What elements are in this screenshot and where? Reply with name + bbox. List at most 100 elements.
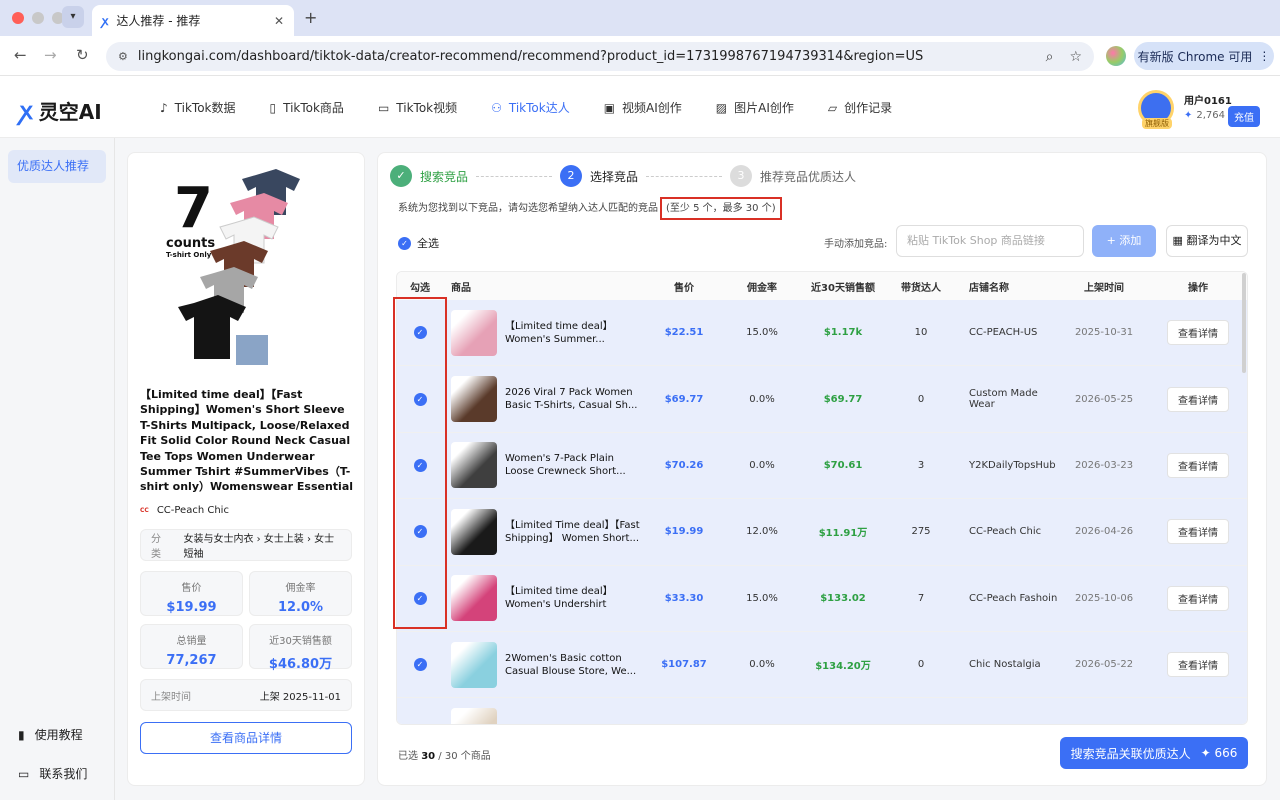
back-icon[interactable]: ←	[14, 46, 27, 64]
view-detail-button[interactable]: 查看详情	[1167, 320, 1229, 346]
table-row[interactable]: ✓ 2Women's Basic cotton Casual Blouse Sto…	[397, 631, 1247, 699]
url-field[interactable]: ⚙ lingkongai.com/dashboard/tiktok-data/c…	[106, 42, 1094, 71]
main-panel: ✓ 搜索竞品 2 选择竞品 3 推荐竞品优质达人 系统为您找到以下竞品，请勾选您希望纳…	[377, 152, 1267, 786]
chrome-update-button[interactable]: 有新版 Chrome 可用 ⋮	[1134, 42, 1274, 70]
product-thumbnail[interactable]	[451, 708, 497, 724]
commission-rate: 15.0%	[746, 327, 778, 339]
bookmark-star-icon[interactable]: ☆	[1069, 49, 1082, 65]
shop-name: Chic Nostalgia	[969, 659, 1041, 671]
creator-count: 0	[917, 659, 925, 671]
nav-tiktok-videos[interactable]: ▭ TikTok视频	[378, 99, 457, 116]
stepper: ✓ 搜索竞品 2 选择竞品 3 推荐竞品优质达人	[390, 165, 856, 187]
reload-icon[interactable]: ↻	[76, 46, 89, 64]
view-detail-button[interactable]: 查看详情	[1167, 452, 1229, 478]
bag-icon: ▯	[269, 100, 277, 115]
nav-image-ai[interactable]: ▨ 图片AI创作	[716, 99, 794, 116]
tab-search-icon[interactable]: ▾	[62, 6, 84, 28]
book-icon: ▮	[18, 727, 25, 742]
add-button[interactable]: + 添加	[1092, 225, 1156, 257]
nav-tiktok-creators[interactable]: ⚇ TikTok达人	[491, 99, 570, 116]
price: $22.51	[664, 327, 704, 339]
total-sales-card: 总销量 77,267	[140, 624, 243, 669]
product-name[interactable]: 【Limited time deal】 Women's Undershirt S…	[505, 585, 643, 611]
table-row[interactable]: ✓ Women's 7-Pack Plain Loose Crewneck Sho…	[397, 432, 1247, 500]
product-table: 勾选 商品 售价 佣金率 近30天销售额 带货达人 店铺名称 上架时间 操作 ✓…	[396, 271, 1248, 725]
row-checkbox[interactable]: ✓	[413, 658, 427, 672]
new-tab-icon[interactable]: +	[304, 8, 317, 27]
table-scrollbar[interactable]	[1242, 273, 1246, 373]
sales-30d: $70.61	[823, 459, 863, 471]
selection-count: 已选 30 / 30 个商品	[398, 751, 491, 762]
commission-rate: 0.0%	[749, 459, 775, 471]
price: $69.77	[664, 393, 704, 405]
view-detail-button[interactable]: 查看详情	[1167, 585, 1229, 611]
close-tab-icon[interactable]: ✕	[274, 14, 284, 28]
nav-tiktok-products[interactable]: ▯ TikTok商品	[270, 99, 344, 116]
profile-avatar[interactable]	[1106, 46, 1126, 66]
select-all-checkbox[interactable]: ✓ 全选	[398, 235, 439, 251]
contact-link[interactable]: ▭ 联系我们	[18, 765, 87, 782]
table-row[interactable]: ✓ 【Limited time deal】 Women's Summer... $2…	[397, 300, 1247, 367]
film-icon: ▣	[603, 100, 616, 115]
price: $19.99	[664, 526, 704, 538]
price: $107.87	[661, 659, 707, 671]
product-name[interactable]: Women's 7-Pack Plain Loose Crewneck Shor…	[505, 452, 643, 478]
view-detail-button[interactable]: 查看详情	[1167, 386, 1229, 412]
tutorial-link[interactable]: ▮ 使用教程	[18, 726, 83, 743]
sidebar-item-creator-recommend[interactable]: 优质达人推荐	[8, 150, 106, 183]
price-card: 售价 $19.99	[140, 571, 243, 616]
svg-text:7: 7	[174, 176, 213, 241]
nav-history[interactable]: ▱ 创作记录	[828, 99, 892, 116]
folder-icon: ▱	[827, 100, 838, 115]
forward-icon[interactable]: →	[44, 46, 57, 64]
view-product-button[interactable]: 查看商品详情	[140, 722, 352, 754]
sales-30d: $69.77	[823, 393, 863, 405]
product-link-input[interactable]: 粘贴 TikTok Shop 商品链接	[896, 225, 1084, 257]
product-thumbnail[interactable]	[451, 508, 497, 555]
site-settings-icon[interactable]: ⚙	[118, 50, 128, 63]
product-shop[interactable]: CC CC-Peach Chic	[140, 505, 229, 516]
product-name[interactable]: 【Limited time deal】 Women's Summer...	[505, 320, 643, 346]
chat-icon: ▭	[18, 766, 30, 781]
nav-tiktok-data[interactable]: ♪ TikTok数据	[160, 99, 236, 116]
product-thumbnail[interactable]	[451, 575, 497, 622]
product-thumbnail[interactable]	[451, 641, 497, 688]
listed-date: 2026-03-23	[1074, 459, 1134, 471]
logo-icon: ꭗ	[20, 97, 33, 125]
add-label: 手动添加竞品:	[824, 239, 888, 250]
search-creators-button[interactable]: 搜索竞品关联优质达人 ✦ 666	[1060, 737, 1248, 769]
product-name[interactable]: 【Limited Time deal】【Fast Shipping】 Women…	[505, 519, 643, 545]
user-menu[interactable]: 旗舰版 用户0161 ✦ 2,764 充值	[1138, 90, 1272, 129]
shop-logo: CC	[140, 507, 149, 514]
view-detail-button[interactable]: 查看详情	[1167, 519, 1229, 545]
browser-tab[interactable]: ꭗ 达人推荐 - 推荐 ✕	[92, 5, 294, 36]
zoom-icon[interactable]: ⌕	[1046, 49, 1054, 65]
product-name[interactable]: 2Women's Basic cotton Casual Blouse Stor…	[505, 652, 643, 678]
translate-icon: ▦	[1172, 234, 1183, 247]
user-name: 用户0161	[1184, 96, 1232, 107]
url-text: lingkongai.com/dashboard/tiktok-data/cre…	[137, 49, 924, 64]
close-window-button[interactable]	[12, 12, 24, 24]
product-thumbnail[interactable]	[451, 309, 497, 356]
product-thumbnail[interactable]	[451, 442, 497, 489]
table-row[interactable]: ✓ 【Limited Time deal】【Fast Shipping】 Wome…	[397, 499, 1247, 566]
product-name[interactable]: 2026 Viral 7 Pack Women Basic T-Shirts, …	[505, 386, 643, 412]
creator-count: 10	[914, 327, 928, 339]
table-row[interactable]: ✓ 【Limited time deal】 Women's Undershirt …	[397, 565, 1247, 632]
recharge-button[interactable]: 充值	[1228, 106, 1260, 127]
product-title: 【Limited time deal】【Fast Shipping】Women'…	[140, 388, 354, 494]
hint-limit-highlight: (至少 5 个，最多 30 个)	[660, 197, 782, 220]
logo[interactable]: ꭗ 灵空AI	[20, 94, 102, 127]
listed-date: 2025-10-06	[1074, 592, 1134, 604]
product-panel: 7 counts T-shirt Only 【Limited time deal…	[127, 152, 365, 786]
translate-button[interactable]: ▦ 翻译为中文	[1166, 225, 1248, 257]
minimize-window-button[interactable]	[32, 12, 44, 24]
diamond-icon: ✦	[1184, 110, 1193, 121]
table-row[interactable]: ✓2 Fashion Clothing	[397, 698, 1247, 724]
table-row[interactable]: ✓ 2026 Viral 7 Pack Women Basic T-Shirts,…	[397, 366, 1247, 433]
sales-30d: $1.17k	[823, 327, 863, 339]
nav-video-ai[interactable]: ▣ 视频AI创作	[604, 99, 682, 116]
logo-text: 灵空AI	[38, 100, 102, 124]
product-thumbnail[interactable]	[451, 376, 497, 423]
view-detail-button[interactable]: 查看详情	[1167, 652, 1229, 678]
